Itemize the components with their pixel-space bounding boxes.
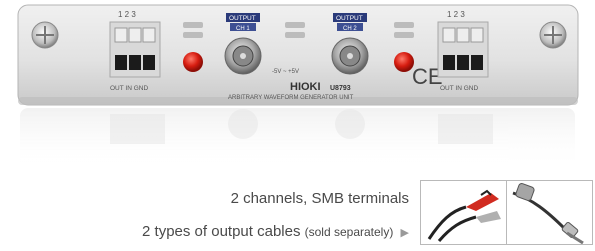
red-led-ch2	[394, 52, 414, 72]
left-pin-numbers: 1 2 3	[118, 10, 136, 19]
range-label: -5V ~ +5V	[272, 69, 299, 75]
thumbnail-bnc-cable[interactable]	[506, 180, 593, 245]
clip-cable-icon	[427, 189, 501, 242]
ch2-sublabel: CH 2	[343, 26, 357, 32]
product-description: ARBITRARY WAVEFORM GENERATOR UNIT	[228, 95, 354, 101]
right-output-label: OUT IN GND	[440, 85, 478, 92]
caption-cables-note: (sold separately)	[304, 225, 394, 239]
brand-logo: HIOKI	[290, 81, 321, 93]
terminal-socket[interactable]	[457, 55, 469, 70]
ch2-output-label: OUTPUT	[336, 15, 363, 22]
screw-icon	[539, 21, 567, 49]
left-output-label: OUT IN GND	[110, 85, 148, 92]
caption-channels: 2 channels, SMB terminals	[231, 190, 409, 207]
terminal-socket[interactable]	[471, 55, 483, 70]
bnc-connector-ch1[interactable]	[224, 37, 262, 75]
ch1-sublabel: CH 1	[236, 26, 250, 32]
caption-cables-text: 2 types of output cables	[142, 223, 301, 240]
screw-icon	[31, 21, 59, 49]
terminal-socket[interactable]	[129, 55, 141, 70]
caption-channels-text: 2 channels, SMB terminals	[230, 190, 409, 207]
bnc-connector-ch2[interactable]	[331, 37, 369, 75]
terminal-socket[interactable]	[143, 55, 155, 70]
panel-reflection	[20, 108, 575, 170]
arrow-right-icon: ▶	[400, 227, 409, 239]
terminal-socket[interactable]	[443, 55, 455, 70]
terminal-socket[interactable]	[115, 55, 127, 70]
caption-cables: 2 types of output cables (sold separatel…	[142, 223, 409, 240]
thumbnail-clip-cable[interactable]	[420, 180, 507, 245]
model-number: U8793	[330, 85, 351, 92]
red-led-ch1	[183, 52, 203, 72]
right-pin-numbers: 1 2 3	[447, 10, 465, 19]
bnc-cable-icon	[512, 183, 584, 244]
ch1-output-label: OUTPUT	[229, 15, 256, 22]
